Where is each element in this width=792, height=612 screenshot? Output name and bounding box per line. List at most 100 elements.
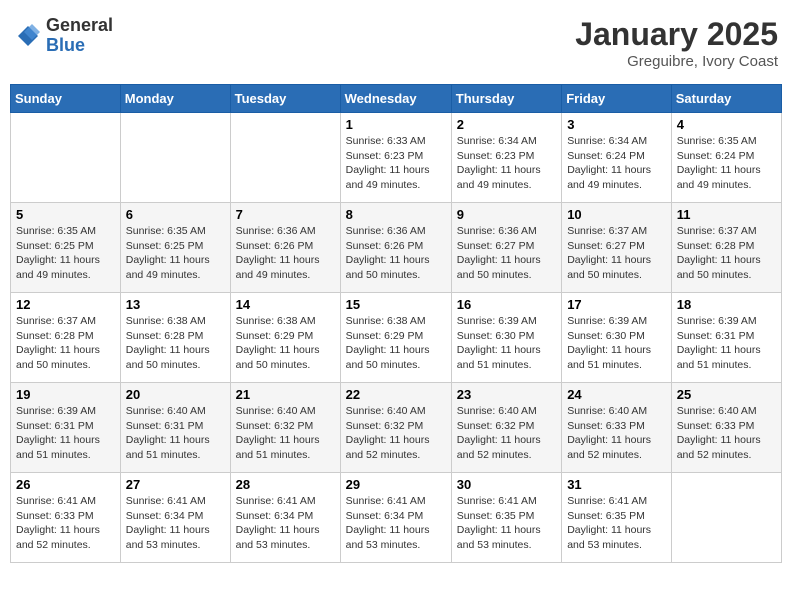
calendar-cell: 31Sunrise: 6:41 AMSunset: 6:35 PMDayligh… (562, 473, 672, 563)
day-number: 8 (346, 207, 446, 222)
day-number: 24 (567, 387, 666, 402)
day-number: 20 (126, 387, 225, 402)
day-number: 1 (346, 117, 446, 132)
day-info: Sunrise: 6:36 AMSunset: 6:26 PMDaylight:… (236, 224, 335, 283)
day-info: Sunrise: 6:35 AMSunset: 6:25 PMDaylight:… (126, 224, 225, 283)
logo-general-text: General (46, 16, 113, 36)
column-header-friday: Friday (562, 85, 672, 113)
day-info: Sunrise: 6:36 AMSunset: 6:26 PMDaylight:… (346, 224, 446, 283)
day-info: Sunrise: 6:40 AMSunset: 6:31 PMDaylight:… (126, 404, 225, 463)
day-info: Sunrise: 6:41 AMSunset: 6:34 PMDaylight:… (346, 494, 446, 553)
column-header-saturday: Saturday (671, 85, 781, 113)
day-info: Sunrise: 6:37 AMSunset: 6:28 PMDaylight:… (677, 224, 776, 283)
day-number: 23 (457, 387, 556, 402)
calendar-cell: 15Sunrise: 6:38 AMSunset: 6:29 PMDayligh… (340, 293, 451, 383)
day-number: 5 (16, 207, 115, 222)
calendar-cell: 5Sunrise: 6:35 AMSunset: 6:25 PMDaylight… (11, 203, 121, 293)
calendar-cell: 10Sunrise: 6:37 AMSunset: 6:27 PMDayligh… (562, 203, 672, 293)
day-number: 28 (236, 477, 335, 492)
column-header-monday: Monday (120, 85, 230, 113)
calendar-cell (120, 113, 230, 203)
calendar-cell: 26 Sunrise: 6:41 AMSunset: 6:33 PMDayligh… (11, 473, 121, 563)
day-number: 22 (346, 387, 446, 402)
day-info: Sunrise: 6:40 AMSunset: 6:32 PMDaylight:… (346, 404, 446, 463)
calendar-cell: 23 Sunrise: 6:40 AMSunset: 6:32 PMDayligh… (451, 383, 561, 473)
calendar-week-5: 26 Sunrise: 6:41 AMSunset: 6:33 PMDayligh… (11, 473, 782, 563)
day-number: 12 (16, 297, 115, 312)
location-title: Greguibre, Ivory Coast (575, 53, 778, 70)
calendar-cell: 14 Sunrise: 6:38 AMSunset: 6:29 PMDayligh… (230, 293, 340, 383)
logo-text: General Blue (46, 16, 113, 56)
day-info: Sunrise: 6:39 AMSunset: 6:31 PMDaylight:… (677, 314, 776, 373)
calendar-cell: 24 Sunrise: 6:40 AMSunset: 6:33 PMDayligh… (562, 383, 672, 473)
day-info: Sunrise: 6:41 AMSunset: 6:35 PMDaylight:… (457, 494, 556, 553)
calendar-week-2: 5 Sunrise: 6:35 AMSunset: 6:25 PMDaylight… (11, 203, 782, 293)
calendar-cell: 19 Sunrise: 6:39 AMSunset: 6:31 PMDayligh… (11, 383, 121, 473)
day-info: Sunrise: 6:40 AMSunset: 6:32 PMDaylight:… (457, 404, 556, 463)
day-number: 14 (236, 297, 335, 312)
calendar-cell: 6Sunrise: 6:35 AMSunset: 6:25 PMDaylight… (120, 203, 230, 293)
day-info: Sunrise: 6:34 AMSunset: 6:24 PMDaylight:… (567, 134, 666, 193)
calendar-cell: 20 Sunrise: 6:40 AMSunset: 6:31 PMDayligh… (120, 383, 230, 473)
day-number: 18 (677, 297, 776, 312)
calendar-cell: 29 Sunrise: 6:41 AMSunset: 6:34 PMDayligh… (340, 473, 451, 563)
day-number: 29 (346, 477, 446, 492)
logo-icon (14, 22, 42, 50)
calendar-header-row: SundayMondayTuesdayWednesdayThursdayFrid… (11, 85, 782, 113)
calendar-cell: 3 Sunrise: 6:34 AMSunset: 6:24 PMDaylight… (562, 113, 672, 203)
logo-blue-text: Blue (46, 36, 113, 56)
day-number: 7 (236, 207, 335, 222)
logo: General Blue (14, 16, 113, 56)
calendar-cell: 4Sunrise: 6:35 AMSunset: 6:24 PMDaylight… (671, 113, 781, 203)
day-info: Sunrise: 6:39 AMSunset: 6:30 PMDaylight:… (457, 314, 556, 373)
calendar-cell (230, 113, 340, 203)
column-header-wednesday: Wednesday (340, 85, 451, 113)
day-info: Sunrise: 6:41 AMSunset: 6:34 PMDaylight:… (236, 494, 335, 553)
day-number: 3 (567, 117, 666, 132)
page-header: General Blue January 2025 Greguibre, Ivo… (10, 10, 782, 76)
day-info: Sunrise: 6:38 AMSunset: 6:29 PMDaylight:… (346, 314, 446, 373)
day-info: Sunrise: 6:41 AMSunset: 6:33 PMDaylight:… (16, 494, 115, 553)
day-info: Sunrise: 6:38 AMSunset: 6:28 PMDaylight:… (126, 314, 225, 373)
calendar-cell: 16Sunrise: 6:39 AMSunset: 6:30 PMDayligh… (451, 293, 561, 383)
calendar-cell: 7 Sunrise: 6:36 AMSunset: 6:26 PMDaylight… (230, 203, 340, 293)
calendar-cell: 30Sunrise: 6:41 AMSunset: 6:35 PMDayligh… (451, 473, 561, 563)
day-info: Sunrise: 6:37 AMSunset: 6:27 PMDaylight:… (567, 224, 666, 283)
calendar-table: SundayMondayTuesdayWednesdayThursdayFrid… (10, 84, 782, 563)
day-info: Sunrise: 6:39 AMSunset: 6:31 PMDaylight:… (16, 404, 115, 463)
day-info: Sunrise: 6:38 AMSunset: 6:29 PMDaylight:… (236, 314, 335, 373)
day-number: 2 (457, 117, 556, 132)
day-info: Sunrise: 6:35 AMSunset: 6:24 PMDaylight:… (677, 134, 776, 193)
day-number: 9 (457, 207, 556, 222)
day-number: 27 (126, 477, 225, 492)
day-info: Sunrise: 6:36 AMSunset: 6:27 PMDaylight:… (457, 224, 556, 283)
calendar-cell: 2Sunrise: 6:34 AMSunset: 6:23 PMDaylight… (451, 113, 561, 203)
calendar-cell: 1 Sunrise: 6:33 AMSunset: 6:23 PMDaylight… (340, 113, 451, 203)
calendar-cell: 12 Sunrise: 6:37 AMSunset: 6:28 PMDayligh… (11, 293, 121, 383)
day-number: 19 (16, 387, 115, 402)
day-info: Sunrise: 6:40 AMSunset: 6:33 PMDaylight:… (567, 404, 666, 463)
calendar-week-1: 1 Sunrise: 6:33 AMSunset: 6:23 PMDaylight… (11, 113, 782, 203)
day-info: Sunrise: 6:40 AMSunset: 6:33 PMDaylight:… (677, 404, 776, 463)
day-number: 13 (126, 297, 225, 312)
calendar-cell: 22 Sunrise: 6:40 AMSunset: 6:32 PMDayligh… (340, 383, 451, 473)
month-title: January 2025 (575, 16, 778, 53)
calendar-cell: 8 Sunrise: 6:36 AMSunset: 6:26 PMDaylight… (340, 203, 451, 293)
calendar-cell: 25Sunrise: 6:40 AMSunset: 6:33 PMDayligh… (671, 383, 781, 473)
calendar-cell (671, 473, 781, 563)
calendar-cell: 21Sunrise: 6:40 AMSunset: 6:32 PMDayligh… (230, 383, 340, 473)
column-header-thursday: Thursday (451, 85, 561, 113)
day-info: Sunrise: 6:40 AMSunset: 6:32 PMDaylight:… (236, 404, 335, 463)
day-info: Sunrise: 6:37 AMSunset: 6:28 PMDaylight:… (16, 314, 115, 373)
calendar-cell: 9 Sunrise: 6:36 AMSunset: 6:27 PMDaylight… (451, 203, 561, 293)
calendar-cell: 27Sunrise: 6:41 AMSunset: 6:34 PMDayligh… (120, 473, 230, 563)
column-header-sunday: Sunday (11, 85, 121, 113)
day-number: 26 (16, 477, 115, 492)
calendar-cell (11, 113, 121, 203)
calendar-week-4: 19 Sunrise: 6:39 AMSunset: 6:31 PMDayligh… (11, 383, 782, 473)
day-info: Sunrise: 6:33 AMSunset: 6:23 PMDaylight:… (346, 134, 446, 193)
calendar-cell: 28 Sunrise: 6:41 AMSunset: 6:34 PMDayligh… (230, 473, 340, 563)
day-info: Sunrise: 6:39 AMSunset: 6:30 PMDaylight:… (567, 314, 666, 373)
calendar-cell: 11Sunrise: 6:37 AMSunset: 6:28 PMDayligh… (671, 203, 781, 293)
calendar-cell: 17Sunrise: 6:39 AMSunset: 6:30 PMDayligh… (562, 293, 672, 383)
